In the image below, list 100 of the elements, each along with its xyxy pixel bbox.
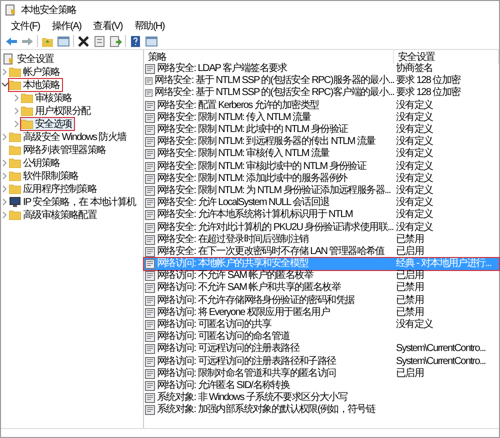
policy-row[interactable]: 网络安全: 限制 NTLM: 审核此域中的 NTLM 身份验证 没有定义 bbox=[144, 160, 499, 173]
policy-row[interactable]: 网络安全: 允许对此计算机的 PKU2U 身份验证请求使用联... 没有定义 bbox=[144, 221, 499, 234]
collapsed-chevron-icon[interactable] bbox=[13, 94, 21, 102]
menu-item[interactable]: 帮助(H) bbox=[132, 19, 166, 33]
policy-icon bbox=[145, 125, 155, 136]
policy-setting: 没有定义 bbox=[395, 172, 434, 184]
policy-name: 网络访问: 将 Everyone 权限应用于匿名用户 bbox=[157, 306, 330, 318]
policy-icon bbox=[145, 64, 155, 74]
policy-row[interactable]: 网络访问: 限制对命名管道和共享的匿名访问 已启用 bbox=[144, 368, 499, 380]
collapsed-chevron-icon[interactable] bbox=[1, 184, 9, 192]
policy-row[interactable]: 网络安全: LDAP 客户端签名要求 协商签名 bbox=[144, 63, 499, 76]
export-button[interactable] bbox=[109, 34, 122, 48]
tree-item[interactable]: 审核策略 bbox=[21, 92, 74, 104]
tree-item[interactable]: 本地策略 bbox=[9, 78, 62, 90]
collapsed-chevron-icon[interactable] bbox=[1, 210, 9, 218]
policy-icon bbox=[145, 356, 155, 367]
policy-icon bbox=[145, 246, 155, 257]
policy-setting: System\CurrentContro... bbox=[395, 356, 486, 368]
policy-setting: 已禁用 bbox=[395, 234, 425, 246]
tree-item[interactable]: 帐户策略 bbox=[9, 66, 62, 78]
policy-row[interactable]: 网络安全: 限制 NTLM: 审核传入 NTLM 流量 没有定义 bbox=[144, 148, 499, 160]
policy-row[interactable]: 网络安全: 在下一次更改密码时不存储 LAN 管理器哈希值 已启用 bbox=[144, 246, 499, 258]
show-pane-button[interactable] bbox=[145, 34, 158, 48]
menu-item[interactable]: 文件(F) bbox=[9, 19, 42, 33]
policy-setting: 要求 128 位加密 bbox=[395, 87, 462, 100]
policy-row[interactable]: 网络访问: 不允许 SAM 帐户和共享的匿名枚举 已禁用 bbox=[144, 282, 499, 295]
policy-icon bbox=[145, 112, 155, 123]
policy-setting: 经典 - 对本地用户进行... bbox=[395, 258, 492, 270]
policy-icon bbox=[145, 283, 155, 294]
policy-row[interactable]: 网络访问: 允许匿名 SID/名称转换 bbox=[144, 380, 499, 392]
policy-row[interactable]: 网络安全: 限制 NTLM: 此域中的 NTLM 身份验证 没有定义 bbox=[144, 124, 499, 136]
policy-row[interactable]: 网络访问: 不允许 SAM 帐户的匿名枚举 已启用 bbox=[144, 270, 499, 282]
policy-row[interactable]: 网络安全: 允许本地系统将计算机标识用于 NTLM 没有定义 bbox=[144, 209, 499, 222]
policy-row[interactable]: 网络访问: 可远程访问的注册表路径 System\CurrentContro... bbox=[144, 343, 499, 356]
policy-icon bbox=[145, 308, 155, 318]
policy-row[interactable]: 网络访问: 可匿名访问的命名管道 bbox=[144, 331, 499, 344]
policy-icon bbox=[145, 380, 155, 391]
tree-root-item[interactable]: 安全设置 bbox=[3, 52, 56, 64]
policy-name: 网络访问: 不允许 SAM 帐户和共享的匿名枚举 bbox=[157, 282, 341, 294]
tree-item[interactable]: 应用程序控制策略 bbox=[9, 182, 99, 194]
policy-row[interactable]: 网络安全: 配置 Kerberos 允许的加密类型 没有定义 bbox=[144, 100, 499, 112]
policy-name: 网络安全: 限制 NTLM: 审核此域中的 NTLM 身份验证 bbox=[157, 160, 366, 172]
policy-icon bbox=[145, 296, 155, 306]
folder-icon bbox=[9, 80, 21, 90]
tree-item[interactable]: 高级安全 Windows 防火墙 bbox=[9, 130, 128, 142]
policy-name: 网络访问: 可匿名访问的命名管道 bbox=[157, 331, 290, 342]
back-button[interactable] bbox=[5, 34, 18, 48]
menu-item[interactable]: 查看(V) bbox=[91, 19, 124, 33]
policy-name: 网络访问: 允许匿名 SID/名称转换 bbox=[157, 380, 290, 392]
policy-row[interactable]: 网络安全: 限制 NTLM: 添加此域中的服务器例外 没有定义 bbox=[144, 172, 499, 185]
policy-name: 网络安全: 限制 NTLM: 审核传入 NTLM 流量 bbox=[157, 148, 330, 160]
collapsed-chevron-icon[interactable] bbox=[1, 132, 9, 140]
policy-row[interactable]: 网络安全: 允许 LocalSystem NULL 会话回退 没有定义 bbox=[144, 197, 499, 210]
policy-setting: 没有定义 bbox=[395, 319, 434, 332]
column-header[interactable]: 安全设置 bbox=[394, 50, 499, 64]
tree-item[interactable]: 安全选项 bbox=[21, 118, 74, 130]
policy-row[interactable]: 网络访问: 不允许存储网络身份验证的密码和凭据 已禁用 bbox=[144, 294, 499, 307]
tree-item[interactable]: IP 安全策略，在 本地计算机 bbox=[9, 196, 138, 208]
policy-row[interactable]: 网络访问: 可远程访问的注册表路径和子路径 System\CurrentContro... bbox=[144, 356, 499, 368]
policy-icon bbox=[145, 76, 153, 86]
collapsed-chevron-icon[interactable] bbox=[1, 172, 9, 180]
policy-row[interactable]: 网络访问: 将 Everyone 权限应用于匿名用户 已禁用 bbox=[144, 306, 499, 319]
folder-icon bbox=[9, 184, 21, 194]
app-icon bbox=[5, 4, 17, 16]
policy-row[interactable]: 网络安全: 基于 NTLM SSP 的(包括安全 RPC)服务器的最小... 要求 128 位加密 bbox=[144, 75, 499, 88]
policy-row[interactable]: 网络安全: 在超过登录时间后强制注销 已禁用 bbox=[144, 234, 499, 246]
tree-item[interactable]: 高级审核策略配置 bbox=[9, 208, 99, 220]
forward-button[interactable] bbox=[21, 34, 34, 48]
tree-item[interactable]: 软件限制策略 bbox=[9, 170, 80, 182]
tree-item[interactable]: 网络列表管理器策略 bbox=[9, 144, 108, 156]
policy-icon bbox=[145, 149, 155, 160]
tree-item[interactable]: 用户权限分配 bbox=[21, 104, 92, 116]
policy-setting: 已禁用 bbox=[395, 282, 425, 294]
policy-row[interactable]: 网络访问: 可匿名访问的共享 没有定义 bbox=[144, 318, 499, 332]
policy-row[interactable]: 网络安全: 限制 NTLM: 到远程服务器的传出 NTLM 流量 没有定义 bbox=[144, 136, 499, 148]
show-pane-button[interactable] bbox=[57, 34, 70, 48]
collapsed-chevron-icon[interactable] bbox=[1, 68, 9, 76]
policy-row[interactable]: 系统对象: 非 Windows 子系统不要求区分大小写 bbox=[144, 392, 499, 404]
policy-row[interactable]: 网络安全: 限制 NTLM: 为 NTLM 身份验证添加远程服务器... 没有定义 bbox=[144, 184, 499, 198]
collapsed-chevron-icon[interactable] bbox=[1, 158, 9, 166]
folder-icon bbox=[9, 170, 21, 180]
policy-icon bbox=[145, 271, 155, 282]
policy-setting: 已禁用 bbox=[395, 306, 425, 318]
policy-name: 网络安全: 限制 NTLM: 传入 NTLM 流量 bbox=[157, 112, 311, 124]
collapsed-chevron-icon[interactable] bbox=[13, 106, 21, 114]
help-button[interactable] bbox=[129, 34, 142, 48]
folder-icon bbox=[9, 132, 21, 142]
policy-icon bbox=[145, 100, 155, 111]
expanded-chevron-icon[interactable] bbox=[1, 80, 9, 88]
policy-icon bbox=[145, 405, 155, 416]
policy-row[interactable]: 系统对象: 加强内部系统对象的默认权限(例如，符号链 bbox=[144, 404, 499, 416]
policy-row[interactable]: 网络安全: 限制 NTLM: 传入 NTLM 流量 没有定义 bbox=[144, 112, 499, 124]
collapsed-chevron-icon[interactable] bbox=[13, 120, 21, 128]
tree-item[interactable]: 公钥策略 bbox=[9, 156, 62, 168]
policy-name: 网络访问: 可远程访问的注册表路径和子路径 bbox=[157, 356, 336, 368]
policy-name: 网络安全: 限制 NTLM: 为 NTLM 身份验证添加远程服务器... bbox=[157, 184, 390, 196]
menu-item[interactable]: 操作(A) bbox=[50, 19, 84, 33]
collapsed-chevron-icon[interactable] bbox=[1, 198, 9, 206]
delete-button[interactable] bbox=[77, 34, 90, 48]
policy-row[interactable]: 网络安全: 基于 NTLM SSP 的(包括安全 RPC)客户端的最小... 要求 128 位加密 bbox=[144, 87, 499, 100]
